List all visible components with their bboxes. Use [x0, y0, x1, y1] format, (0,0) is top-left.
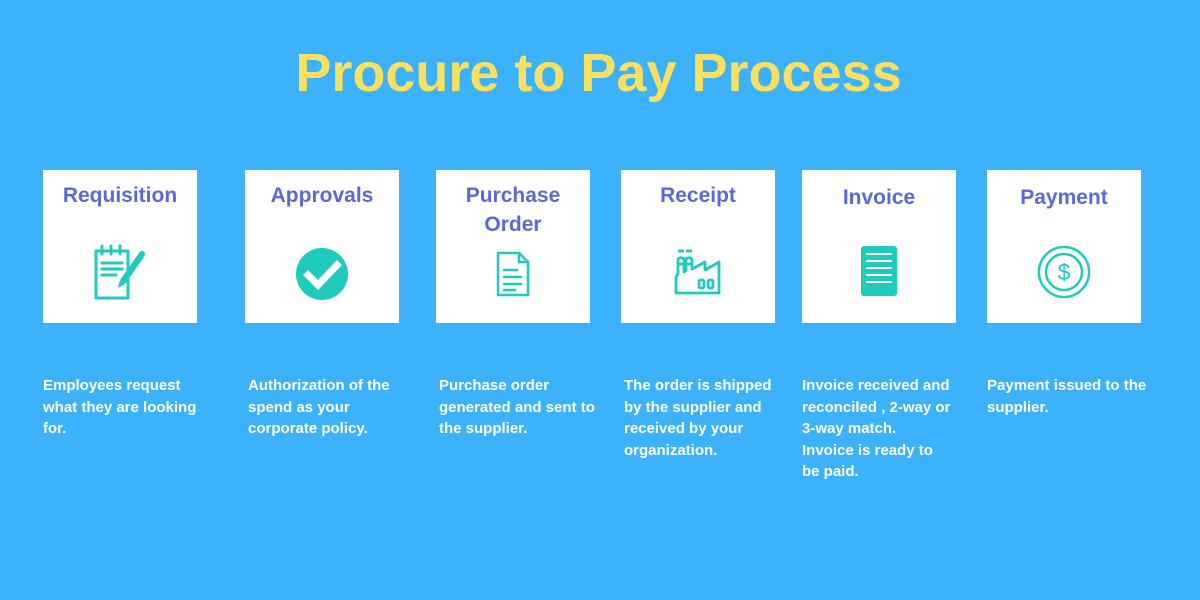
document-icon — [496, 251, 530, 297]
dollar-coin-icon: $ — [1037, 245, 1091, 299]
step-description: Purchase order generated and sent to the… — [439, 377, 595, 437]
invoice-icon — [861, 246, 897, 296]
step-card-invoice: Invoice — [802, 170, 956, 323]
check-circle-icon — [296, 248, 348, 300]
page-title: Procure to Pay Process — [295, 43, 902, 103]
step-title: Receipt — [660, 184, 736, 207]
step-description: Invoice received and reconciled , 2-way … — [802, 377, 951, 480]
step-card-purchase-order: Purchase Order — [436, 170, 590, 323]
svg-text:$: $ — [1058, 259, 1071, 285]
step-card-receipt: Receipt — [621, 170, 775, 323]
step-title: Invoice — [842, 186, 916, 209]
step-card-approvals: Approvals — [245, 170, 399, 323]
step-card-payment: Payment $ — [987, 170, 1141, 323]
step-title: Approvals — [270, 184, 374, 207]
step-description: The order is shipped by the supplier and… — [624, 377, 772, 459]
step-title: Purchase Order — [465, 184, 561, 236]
step-description: Payment issued to the supplier. — [987, 377, 1147, 416]
step-description: Authorization of the spend as your corpo… — [248, 377, 390, 437]
step-card-requisition: Requisition — [43, 170, 197, 323]
step-title: Requisition — [62, 184, 178, 207]
step-title: Payment — [1020, 186, 1108, 209]
factory-icon — [674, 249, 721, 295]
notepad-pencil-icon — [94, 244, 145, 300]
step-description: Employees request what they are looking … — [43, 377, 197, 437]
